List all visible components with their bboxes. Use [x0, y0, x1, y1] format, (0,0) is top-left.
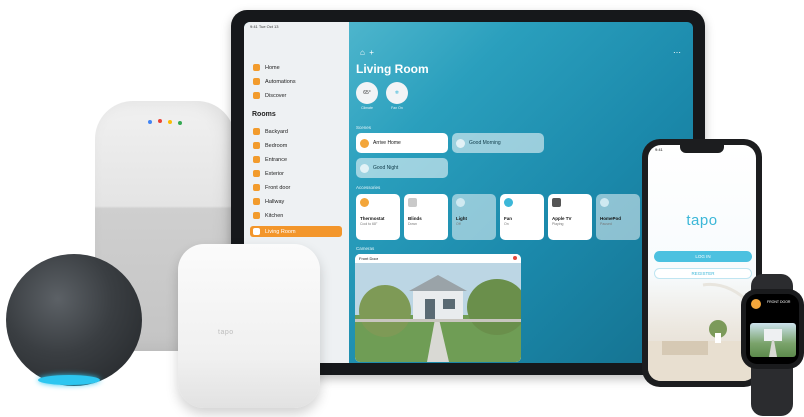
apple-tv-icon — [552, 198, 561, 207]
home-icon[interactable]: ⌂ — [360, 48, 365, 57]
phone-status-time: 9:41 — [655, 147, 663, 152]
house-icon — [253, 64, 260, 71]
thermostat-icon — [360, 198, 369, 207]
login-button[interactable]: LOG IN — [654, 251, 752, 262]
watch-camera-image — [764, 329, 782, 357]
rooms-heading: Rooms — [252, 111, 276, 118]
lightbulb-icon — [456, 198, 465, 207]
more-icon[interactable]: ⋯ — [673, 48, 681, 57]
status-time: 9:41 Tue Oct 13 — [250, 24, 279, 29]
accessory-status: Paused — [600, 222, 612, 226]
page-title: Living Room — [356, 62, 429, 76]
echo-dot-speaker — [6, 254, 142, 386]
product-collage: 9:41 Tue Oct 13 Home Automations Discove… — [0, 0, 804, 417]
scene-label: Arrive Home — [373, 140, 401, 146]
room-icon — [253, 228, 260, 235]
room-icon — [253, 156, 260, 163]
watch-camera-title: FRONT DOOR — [767, 300, 791, 304]
top-left-toolbar: ⌂ + — [360, 48, 374, 57]
scene-label: Good Morning — [469, 140, 501, 146]
camera-tile-front-door[interactable]: Front Door — [355, 254, 521, 362]
homepod-icon — [600, 198, 609, 207]
sidebar-item-backyard[interactable]: Backyard — [250, 126, 342, 137]
scene-arrive-home[interactable]: Arrive Home — [356, 133, 448, 153]
scenes-label: Scenes — [356, 125, 372, 130]
accessory-status: Playing — [552, 222, 564, 226]
hub-logo: tapo — [218, 329, 234, 336]
fan-label: Fan On — [391, 106, 403, 110]
sidebar-item-front-door[interactable]: Front door — [250, 182, 342, 193]
sidebar-item-bedroom[interactable]: Bedroom — [250, 140, 342, 151]
accessory-homepod[interactable]: HomePod Paused — [596, 194, 640, 240]
tapo-app-screen — [648, 145, 756, 381]
climate-value: 65° — [363, 90, 371, 96]
fan-bubble[interactable]: ❄ — [386, 82, 408, 104]
sidebar-item-label: Automations — [265, 78, 296, 85]
sidebar-item-kitchen[interactable]: Kitchen — [250, 210, 342, 221]
sidebar-item-entrance[interactable]: Entrance — [250, 154, 342, 165]
room-icon — [253, 170, 260, 177]
climate-bubble[interactable]: 65° — [356, 82, 378, 104]
scene-good-morning[interactable]: Good Morning — [452, 133, 544, 153]
sidebar-item-label: Bedroom — [265, 142, 288, 149]
star-icon — [253, 92, 260, 99]
sidebar-item-label: Living Room — [265, 228, 296, 235]
accessory-thermostat[interactable]: Thermostat Cool to 68° — [356, 194, 400, 240]
echo-light-ring — [38, 375, 100, 385]
sidebar-item-label: Kitchen — [265, 212, 284, 219]
sidebar-item-label: Discover — [265, 92, 287, 99]
sidebar-item-label: Home — [265, 64, 280, 71]
accessory-status: Cool to 68° — [360, 222, 378, 226]
register-button[interactable]: REGISTER — [654, 268, 752, 279]
sidebar-item-label: Front door — [265, 184, 291, 191]
camera-feed-image — [355, 263, 521, 362]
sidebar-item-exterior[interactable]: Exterior — [250, 168, 342, 179]
phone-notch — [680, 145, 724, 153]
room-icon — [253, 128, 260, 135]
sidebar-item-label: Entrance — [265, 156, 288, 163]
fan-icon: ❄ — [394, 90, 400, 96]
room-icon — [253, 198, 260, 205]
sidebar-item-living-room[interactable]: Living Room — [250, 226, 342, 237]
room-background-image — [648, 282, 756, 381]
smart-hub — [178, 244, 320, 408]
scene-good-night[interactable]: Good Night — [356, 158, 448, 178]
clock-icon — [253, 78, 260, 85]
accessory-status: Off — [456, 222, 461, 226]
sidebar-item-home[interactable]: Home — [250, 62, 342, 73]
sidebar-item-label: Hallway — [265, 198, 285, 205]
sidebar-item-label: Backyard — [265, 128, 288, 135]
cameras-label: Cameras — [356, 246, 375, 251]
sidebar-item-hallway[interactable]: Hallway — [250, 196, 342, 207]
sidebar-item-automations[interactable]: Automations — [250, 76, 342, 87]
app-logo: tapo — [686, 212, 718, 229]
plus-icon[interactable]: + — [369, 48, 374, 57]
sidebar-item-discover[interactable]: Discover — [250, 90, 342, 101]
recording-indicator-icon — [513, 256, 517, 260]
room-icon — [253, 212, 260, 219]
accessory-fan[interactable]: Fan On — [500, 194, 544, 240]
watch-camera-feed[interactable] — [750, 323, 796, 357]
accessory-status: Down — [408, 222, 417, 226]
fan-icon — [504, 198, 513, 207]
scene-label: Good Night — [373, 165, 399, 171]
accessory-apple-tv[interactable]: Apple TV Playing — [548, 194, 592, 240]
blinds-icon — [408, 198, 417, 207]
scene-icon — [360, 138, 369, 148]
camera-name: Front Door — [359, 256, 379, 261]
sidebar-item-label: Exterior — [265, 170, 284, 177]
app-icon — [751, 299, 761, 309]
accessory-light[interactable]: Light Off — [452, 194, 496, 240]
room-icon — [253, 184, 260, 191]
scene-icon — [360, 163, 369, 173]
climate-label: Climate — [361, 106, 373, 110]
camera-header: Front Door — [355, 254, 521, 263]
accessory-status: On — [504, 222, 509, 226]
scene-icon — [456, 138, 465, 148]
accessories-label: Accessories — [356, 185, 381, 190]
accessory-blinds[interactable]: Blinds Down — [404, 194, 448, 240]
room-icon — [253, 142, 260, 149]
